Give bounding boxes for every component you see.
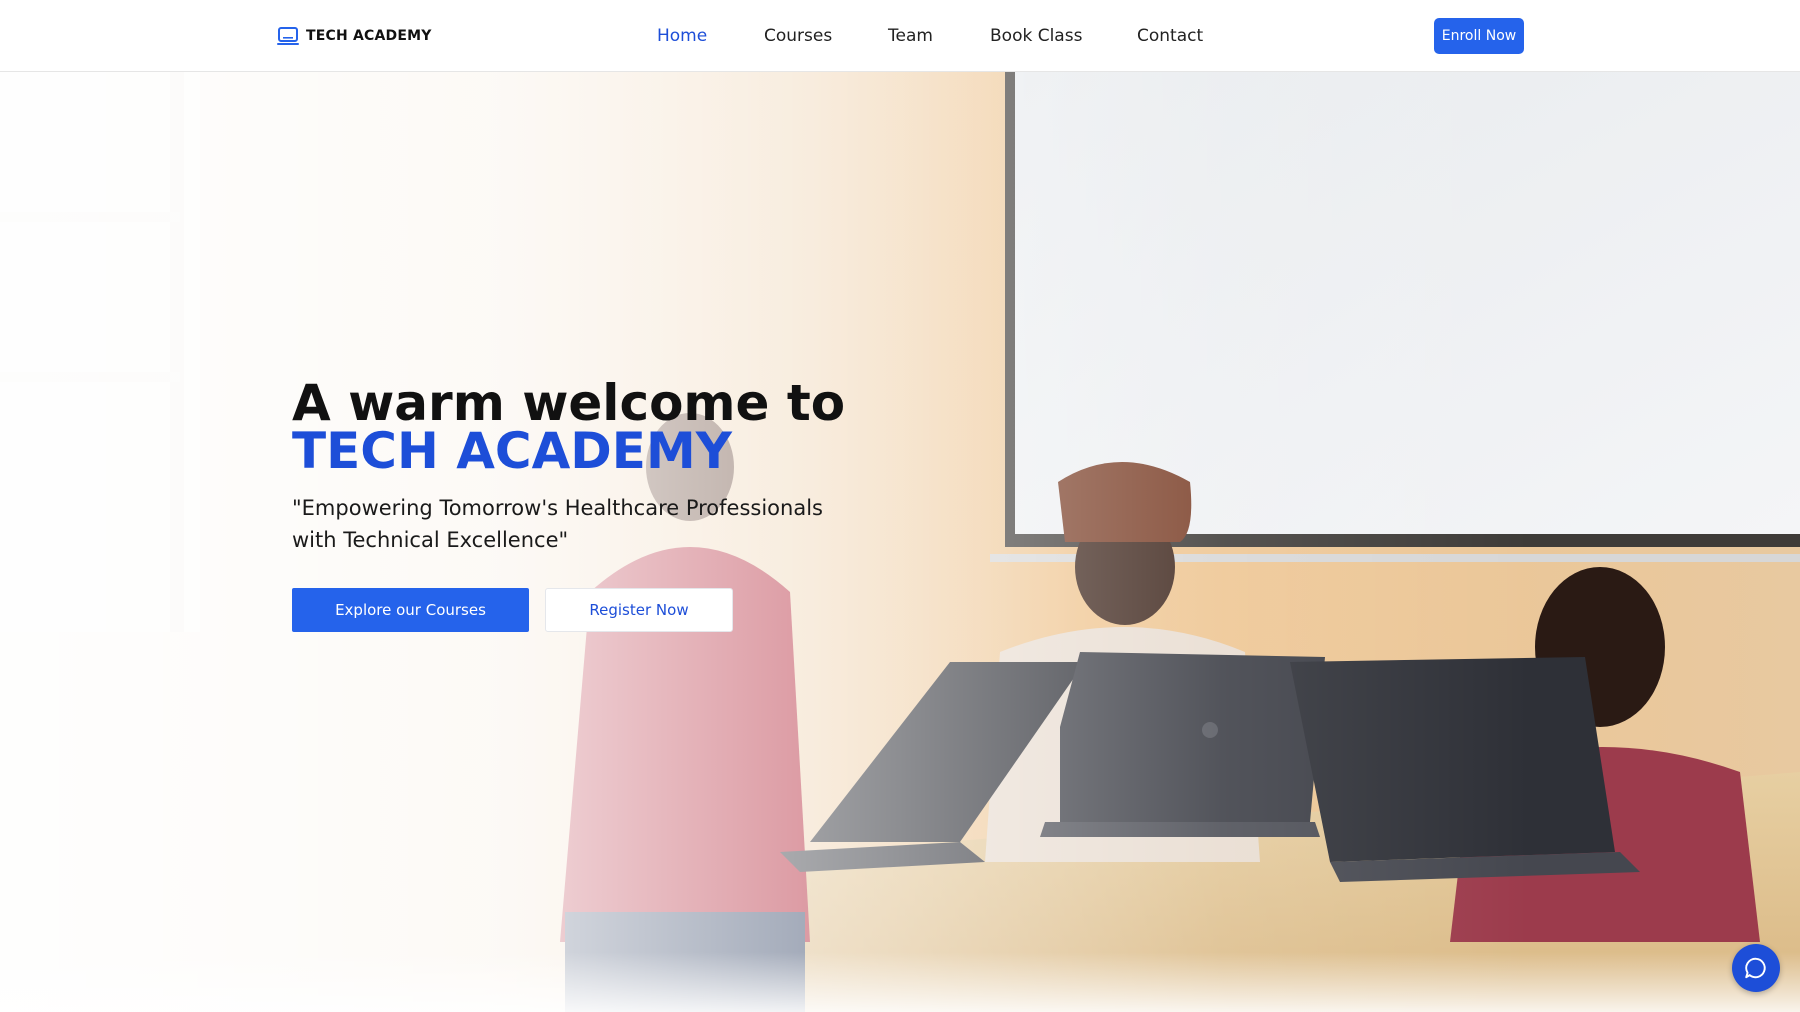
nav-home[interactable]: Home	[657, 24, 707, 48]
explore-courses-button[interactable]: Explore our Courses	[292, 588, 529, 632]
nav-courses[interactable]: Courses	[764, 24, 832, 48]
hero-section: A warm welcome to TECH ACADEMY "Empoweri…	[0, 72, 1800, 1012]
hero-buttons: Explore our Courses Register Now	[292, 588, 892, 632]
hero-content: A warm welcome to TECH ACADEMY "Empoweri…	[292, 378, 892, 632]
laptop-icon	[277, 27, 299, 45]
nav-contact[interactable]: Contact	[1137, 24, 1203, 48]
hero-title-brand: TECH ACADEMY	[292, 422, 732, 480]
hero-tagline: "Empowering Tomorrow's Healthcare Profes…	[292, 496, 823, 552]
hero-title: A warm welcome to	[292, 374, 846, 432]
enroll-now-button[interactable]: Enroll Now	[1434, 18, 1524, 54]
site-header: TECH ACADEMY Home Courses Team Book Clas…	[0, 0, 1800, 72]
nav-team[interactable]: Team	[888, 24, 933, 48]
chat-widget-button[interactable]	[1732, 944, 1780, 992]
register-now-button[interactable]: Register Now	[545, 588, 733, 632]
chat-bubble-icon	[1745, 957, 1766, 979]
brand-logo-link[interactable]: TECH ACADEMY	[276, 24, 432, 48]
nav-book-class[interactable]: Book Class	[990, 24, 1082, 48]
brand-name: TECH ACADEMY	[306, 28, 432, 44]
